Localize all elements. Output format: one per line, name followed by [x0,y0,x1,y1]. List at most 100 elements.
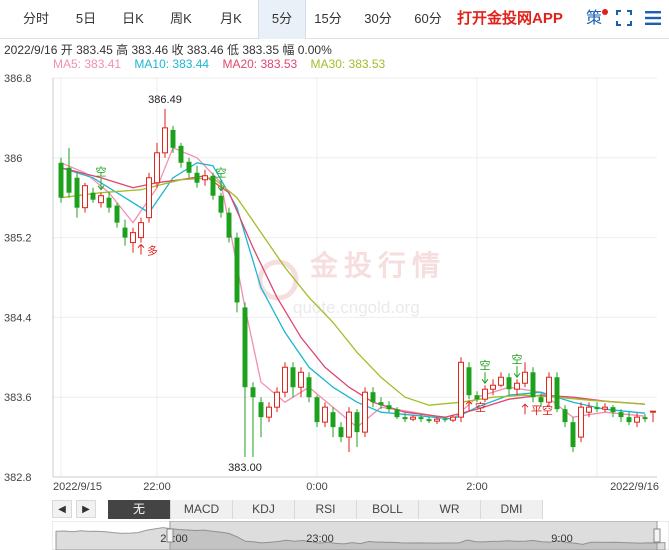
period-tabbar: 分时 5日 日K 周K 月K 5分 15分 30分 60分 打开金投网APP 策 [0,0,669,39]
fullscreen-icon[interactable] [616,10,632,26]
candle-body [402,417,408,420]
info-open-label: 开 [60,43,73,57]
candle-body [130,232,136,244]
signal-label: 空 [96,165,107,179]
info-date: 2022/9/16 [4,43,58,57]
candle-body [282,366,288,393]
candle-body [506,377,512,390]
candle-body [314,397,320,423]
signal-label: 空 [480,358,491,372]
candle-body [290,367,296,388]
candle-body [370,392,376,403]
indicator-dmi[interactable]: DMI [481,500,543,519]
candle-body [466,367,472,396]
candle-body [442,419,448,421]
candle-body [274,391,280,408]
candle-body [554,377,560,410]
y-tick-label: 385.2 [4,233,32,245]
candle-body [98,195,104,204]
candle-body [322,406,328,423]
menu-icon[interactable] [645,11,661,25]
candle-body [194,172,200,183]
info-low-label: 低 [226,43,239,57]
indicator-kdj[interactable]: KDJ [233,500,295,519]
candle-body [386,405,392,410]
ma20-legend: MA20: 383.53 [222,57,298,71]
candle-body [618,412,624,418]
tab-daily-k[interactable]: 日K [112,0,154,38]
info-close-label: 收 [171,43,184,57]
candle-body [234,237,240,303]
candle-body [490,384,496,390]
strategy-label: 策 [586,10,603,27]
ma10-legend: MA10: 383.44 [134,57,210,71]
candle-body [90,192,96,200]
info-close: 383.46 [186,43,224,57]
candle-body [458,361,464,418]
info-open: 383.45 [76,43,113,57]
extreme-value-label: 386.49 [148,94,182,106]
nav-prev-button[interactable]: ◀ [52,500,72,518]
tab-minute[interactable]: 分时 [14,0,58,38]
watermark-name: 金投行情 [309,249,446,281]
x-tick-label: 22:00 [143,481,171,493]
candle-body [226,212,232,238]
navigator-label: 23:00 [306,533,334,545]
candle-body [570,422,576,448]
candle-body [378,402,384,406]
candle-body [178,145,184,163]
ma-legend: MA5: 383.41 MA10: 383.44 MA20: 383.53 MA… [53,57,395,71]
candle-body [218,195,224,213]
signal-label: 多 [147,244,158,258]
tab-5day[interactable]: 5日 [66,0,106,38]
range-navigator[interactable]: 22:00 23:00 9:00 [52,521,669,550]
candle-body [474,395,480,400]
candle-body [418,417,424,420]
navigator-label: 9:00 [551,533,572,545]
candle-body [250,387,256,398]
candle-body [74,177,80,208]
candle-body [626,417,632,423]
indicator-boll[interactable]: BOLL [357,500,419,519]
info-low: 383.35 [242,43,280,57]
candle-body [330,412,336,428]
tab-weekly-k[interactable]: 周K [159,0,203,38]
indicator-wr[interactable]: WR [419,500,481,519]
navigator-handle [166,528,174,543]
candle-body [410,416,416,420]
candle-body [362,391,368,433]
open-app-link[interactable]: 打开金投网APP [457,0,563,38]
indicator-rsi[interactable]: RSI [295,500,357,519]
watermark-logo-icon [257,259,299,301]
candle-body [426,419,432,422]
candle-body [170,129,176,148]
candle-body [202,175,208,181]
tab-30min[interactable]: 30分 [356,0,400,38]
tab-monthly-k[interactable]: 月K [209,0,253,38]
tab-60min[interactable]: 60分 [406,0,450,38]
candle-body [162,127,168,154]
tab-5min[interactable]: 5分 [258,0,306,39]
candle-body [106,197,112,208]
indicator-macd[interactable]: MACD [171,500,233,519]
candle-body [482,388,488,400]
nav-next-button[interactable]: ▶ [76,500,96,518]
candle-body [578,406,584,438]
candle-body [58,162,64,198]
tab-15min[interactable]: 15分 [306,0,350,38]
strategy-button[interactable]: 策 [586,0,609,38]
info-amp: 0.00% [297,43,332,57]
candle-body [242,307,248,388]
candle-body [266,406,272,418]
info-high-label: 高 [116,43,129,57]
notification-dot [602,9,609,15]
x-tick-label: 2:00 [466,481,487,493]
extreme-value-label: 383.00 [228,462,262,474]
x-tick-label: 2022/9/15 [53,481,102,493]
ohlc-info: 2022/9/16 开 383.45 高 383.46 收 383.46 低 3… [4,41,332,58]
indicator-none[interactable]: 无 [108,500,171,519]
candle-body [450,416,456,421]
candle-body [138,222,144,239]
candle-body [258,402,264,418]
info-amp-label: 幅 [282,43,295,57]
